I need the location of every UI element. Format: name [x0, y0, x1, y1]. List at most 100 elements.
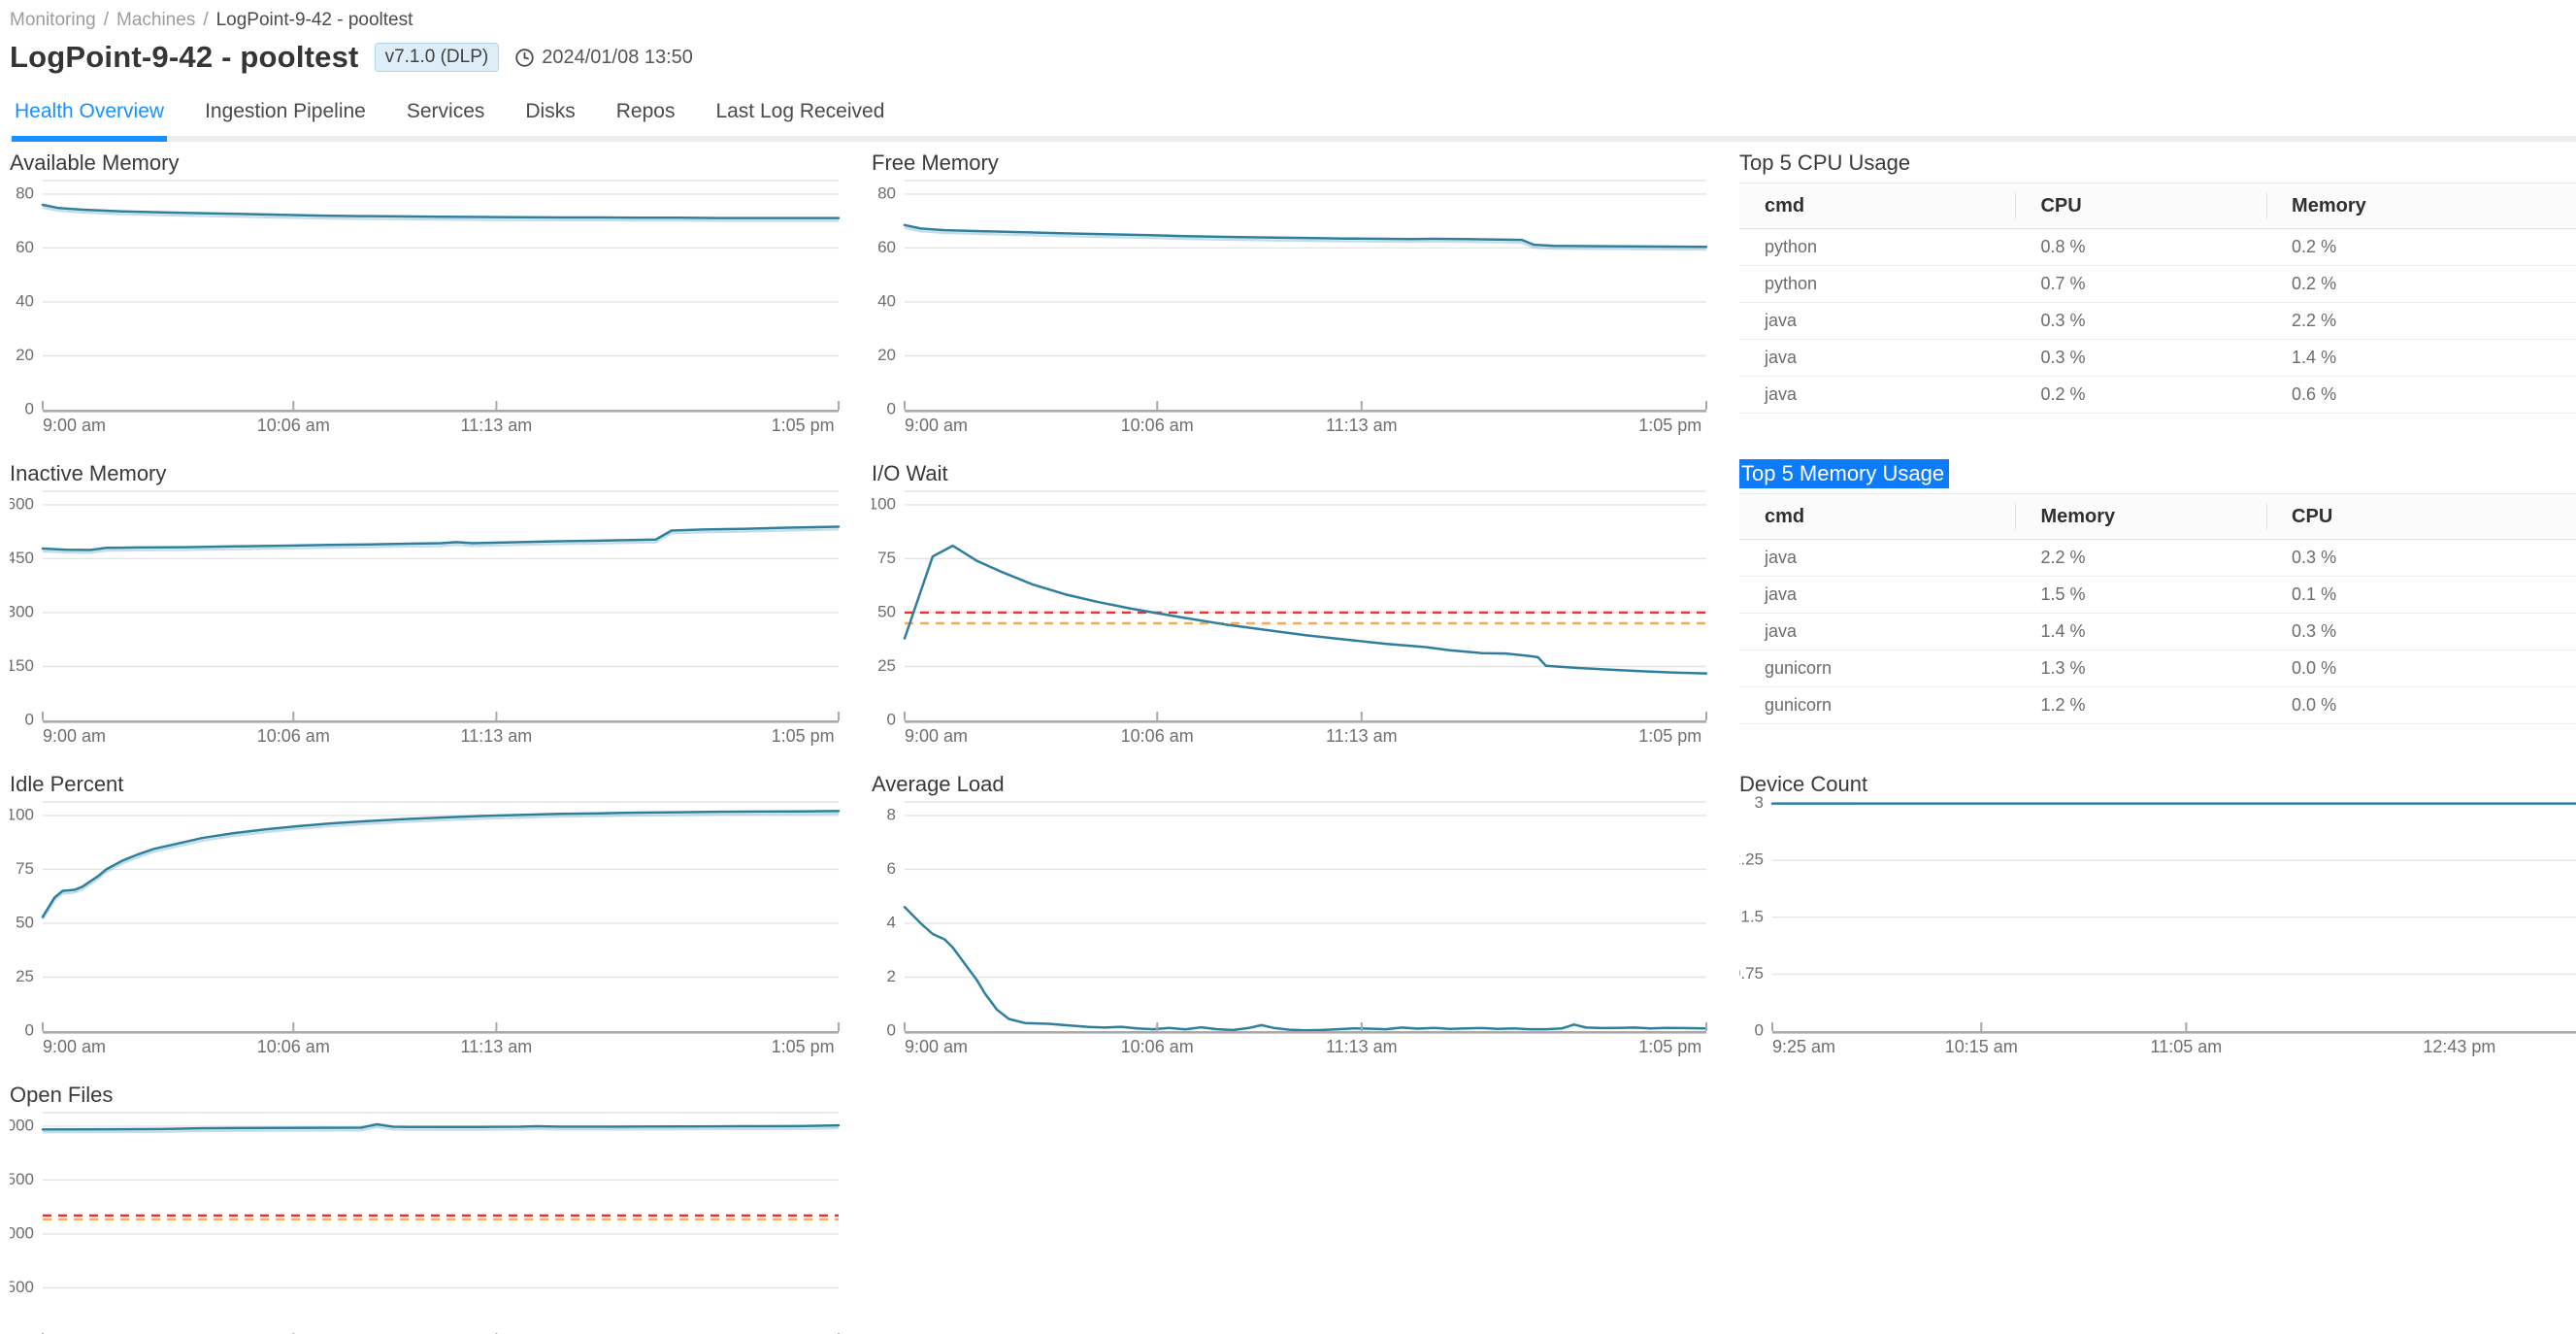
svg-text:10:06 am: 10:06 am — [257, 726, 330, 746]
svg-text:300: 300 — [10, 602, 34, 620]
version-badge: v7.1.0 (DLP) — [375, 43, 500, 73]
page-title: LogPoint-9-42 - pooltest — [10, 40, 359, 75]
table-cell: 0.3 % — [2266, 540, 2576, 577]
table-cell: 0.3 % — [2015, 340, 2266, 377]
column-header: Memory — [2266, 183, 2576, 229]
column-header: cmd — [1739, 183, 2015, 229]
top5-cpu-table: cmdCPUMemorypython0.8 %0.2 %python0.7 %0… — [1739, 183, 2576, 414]
svg-text:1:05 pm: 1:05 pm — [772, 726, 835, 746]
tab-services[interactable]: Services — [404, 90, 488, 136]
chart-canvas-inactive-memory[interactable]: 01503004506009:00 am10:06 am11:13 am1:05… — [10, 485, 846, 751]
svg-text:9:00 am: 9:00 am — [43, 416, 106, 435]
svg-text:25: 25 — [877, 656, 896, 675]
svg-text:11:13 am: 11:13 am — [1326, 1037, 1398, 1056]
svg-text:150: 150 — [10, 656, 34, 675]
chart-canvas-io-wait[interactable]: 02550751009:00 am10:06 am11:13 am1:05 pm — [872, 485, 1714, 751]
table-cell: 0.7 % — [2015, 266, 2266, 303]
table-row: gunicorn1.2 %0.0 % — [1739, 687, 2576, 724]
svg-text:1:05 pm: 1:05 pm — [772, 416, 835, 435]
chart-canvas-open-files[interactable]: 03500700010500140009:00 am10:06 am11:13 … — [10, 1107, 846, 1334]
svg-text:9:00 am: 9:00 am — [905, 1037, 968, 1056]
chart-title: Device Count — [1739, 773, 2576, 796]
chart-canvas-device-count[interactable]: 00.751.52.2539:25 am10:15 am11:05 am12:4… — [1739, 796, 2576, 1062]
svg-text:40: 40 — [877, 291, 896, 310]
svg-text:11:13 am: 11:13 am — [461, 1037, 533, 1056]
tab-repos[interactable]: Repos — [613, 90, 678, 136]
machine-health-page: Monitoring / Machines / LogPoint-9-42 - … — [0, 0, 2576, 1334]
table-row: gunicorn1.3 %0.0 % — [1739, 650, 2576, 687]
svg-text:10:15 am: 10:15 am — [1945, 1037, 2018, 1056]
chart-title: Available Memory — [10, 151, 846, 175]
tab-health-overview[interactable]: Health Overview — [12, 90, 167, 136]
chart-title: Idle Percent — [10, 773, 846, 796]
panel-available-memory: Available Memory 0204060809:00 am10:06 a… — [10, 146, 846, 456]
svg-text:12:43 pm: 12:43 pm — [2423, 1037, 2495, 1056]
svg-text:8: 8 — [887, 805, 896, 823]
table-row: java2.2 %0.3 % — [1739, 540, 2576, 577]
panel-open-files: Open Files 03500700010500140009:00 am10:… — [10, 1078, 846, 1334]
svg-text:10:06 am: 10:06 am — [1121, 1037, 1194, 1056]
svg-text:10:06 am: 10:06 am — [257, 1037, 330, 1056]
panel-io-wait: I/O Wait 02550751009:00 am10:06 am11:13 … — [872, 456, 1714, 767]
table-cell: 2.2 % — [2015, 540, 2266, 577]
svg-text:6: 6 — [887, 859, 896, 878]
panel-device-count: Device Count 00.751.52.2539:25 am10:15 a… — [1739, 767, 2576, 1078]
table-cell: gunicorn — [1739, 650, 2015, 687]
table-cell: 1.5 % — [2015, 577, 2266, 614]
svg-text:1.5: 1.5 — [1740, 907, 1764, 925]
breadcrumb-item-monitoring[interactable]: Monitoring — [10, 10, 96, 31]
table-row: java1.5 %0.1 % — [1739, 577, 2576, 614]
chart-canvas-free-memory[interactable]: 0204060809:00 am10:06 am11:13 am1:05 pm — [872, 175, 1714, 441]
table-cell: gunicorn — [1739, 687, 2015, 724]
svg-text:3: 3 — [1755, 796, 1764, 812]
svg-text:11:13 am: 11:13 am — [1326, 416, 1398, 435]
table-row: java0.3 %2.2 % — [1739, 303, 2576, 340]
svg-text:50: 50 — [877, 602, 896, 620]
tab-ingestion-pipeline[interactable]: Ingestion Pipeline — [202, 90, 369, 136]
svg-text:60: 60 — [16, 238, 34, 256]
svg-text:9:00 am: 9:00 am — [43, 726, 106, 746]
table-cell: python — [1739, 266, 2015, 303]
svg-text:0: 0 — [25, 399, 34, 417]
chart-title: Average Load — [872, 773, 1714, 796]
panel-free-memory: Free Memory 0204060809:00 am10:06 am11:1… — [872, 146, 1714, 456]
table-row: java0.2 %0.6 % — [1739, 377, 2576, 414]
svg-text:0: 0 — [887, 1020, 896, 1039]
svg-text:11:13 am: 11:13 am — [461, 726, 533, 746]
svg-text:75: 75 — [877, 549, 896, 567]
table-cell: 0.8 % — [2015, 229, 2266, 266]
table-row: python0.8 %0.2 % — [1739, 229, 2576, 266]
svg-text:10:06 am: 10:06 am — [1121, 726, 1194, 746]
svg-text:75: 75 — [16, 859, 34, 878]
svg-text:3500: 3500 — [10, 1278, 34, 1296]
table-cell: 0.3 % — [2015, 303, 2266, 340]
column-header: CPU — [2266, 494, 2576, 540]
svg-text:0: 0 — [25, 710, 34, 728]
svg-text:4: 4 — [887, 913, 896, 931]
svg-text:0.75: 0.75 — [1739, 964, 1764, 983]
table-cell: java — [1739, 577, 2015, 614]
table-cell: 0.2 % — [2266, 266, 2576, 303]
svg-text:11:13 am: 11:13 am — [1326, 726, 1398, 746]
svg-text:7000: 7000 — [10, 1223, 34, 1242]
column-header: Memory — [2015, 494, 2266, 540]
svg-text:0: 0 — [25, 1020, 34, 1039]
table-cell: python — [1739, 229, 2015, 266]
svg-text:50: 50 — [16, 913, 34, 931]
svg-text:100: 100 — [872, 494, 896, 513]
tab-bar: Health Overview Ingestion Pipeline Servi… — [10, 90, 2576, 142]
svg-text:9:25 am: 9:25 am — [1772, 1037, 1835, 1056]
tab-disks[interactable]: Disks — [522, 90, 578, 136]
tab-last-log-received[interactable]: Last Log Received — [712, 90, 887, 136]
table-cell: java — [1739, 377, 2015, 414]
timestamp: 2024/01/08 13:50 — [542, 47, 693, 69]
chart-canvas-idle-percent[interactable]: 02550751009:00 am10:06 am11:13 am1:05 pm — [10, 796, 846, 1062]
chart-canvas-available-memory[interactable]: 0204060809:00 am10:06 am11:13 am1:05 pm — [10, 175, 846, 441]
table-row: java1.4 %0.3 % — [1739, 614, 2576, 650]
breadcrumb-item-machines[interactable]: Machines — [116, 10, 195, 31]
svg-text:10500: 10500 — [10, 1170, 34, 1188]
column-header: cmd — [1739, 494, 2015, 540]
top5-memory-table: cmdMemoryCPUjava2.2 %0.3 %java1.5 %0.1 %… — [1739, 493, 2576, 724]
snapshot-time: 2024/01/08 13:50 — [514, 47, 693, 69]
chart-canvas-average-load[interactable]: 024689:00 am10:06 am11:13 am1:05 pm — [872, 796, 1714, 1062]
